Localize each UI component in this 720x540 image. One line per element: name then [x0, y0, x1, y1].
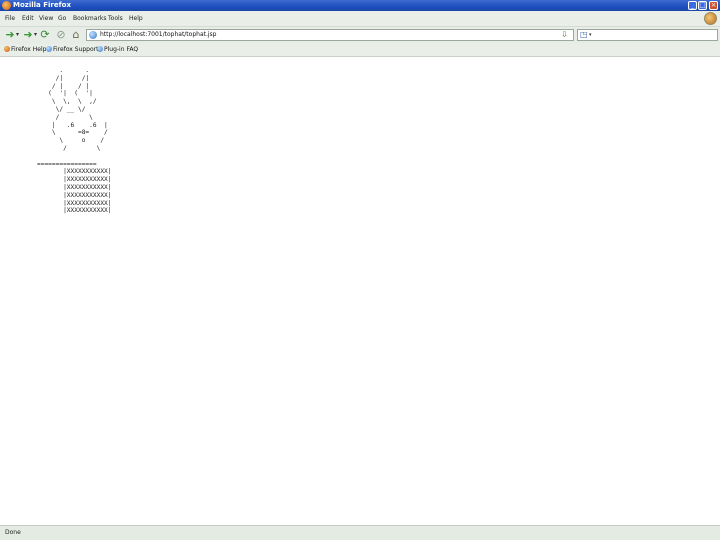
globe-bookmark-icon	[46, 46, 52, 52]
title-bar: Mozilla Firefox _ □ ×	[0, 0, 720, 11]
go-arrow-icon[interactable]: ⇩	[561, 30, 568, 40]
page-content: . . /| /| / | / | ( '| ( '| \ \, \ ,/ \/…	[0, 57, 720, 525]
firefox-bookmark-icon	[4, 46, 10, 52]
window-title: Mozilla Firefox	[13, 1, 71, 9]
bookmark-firefox-support[interactable]: Firefox Support	[46, 44, 98, 56]
bookmarks-toolbar: Firefox Help Firefox Support Plug-in FAQ	[0, 44, 720, 57]
status-bar: Done	[0, 525, 720, 540]
url-text[interactable]: http://localhost:7001/tophat/tophat.jsp	[100, 30, 216, 40]
bookmark-plugin-faq[interactable]: Plug-in FAQ	[97, 44, 138, 56]
ascii-art: . . /| /| / | / | ( '| ( '| \ \, \ ,/ \/…	[37, 67, 112, 215]
search-box[interactable]: ◳ ▾	[577, 29, 718, 41]
navigation-toolbar: ➜ ▾ ➜ ▾ ⟳ ⊘ ⌂ http://localhost:7001/toph…	[0, 27, 720, 45]
firefox-logo-icon	[2, 1, 11, 10]
globe-bookmark-icon	[97, 46, 103, 52]
menu-file[interactable]: File	[5, 11, 15, 26]
menu-go[interactable]: Go	[58, 11, 66, 26]
search-engine-dropdown-icon[interactable]: ▾	[589, 30, 592, 40]
search-engine-icon[interactable]: ◳	[580, 30, 588, 40]
menu-help[interactable]: Help	[129, 11, 143, 26]
address-bar[interactable]: http://localhost:7001/tophat/tophat.jsp	[86, 29, 574, 41]
page-globe-icon	[89, 31, 97, 39]
minimize-button[interactable]: _	[688, 1, 697, 10]
maximize-button[interactable]: □	[698, 1, 707, 10]
bookmark-firefox-help[interactable]: Firefox Help	[4, 44, 46, 56]
menu-view[interactable]: View	[39, 11, 53, 26]
close-button[interactable]: ×	[709, 1, 718, 10]
menu-bar: File Edit View Go Bookmarks Tools Help	[0, 11, 720, 27]
home-icon[interactable]: ⌂	[69, 28, 83, 42]
menu-bookmarks[interactable]: Bookmarks	[73, 11, 107, 26]
browser-window: Mozilla Firefox _ □ × File Edit View Go …	[0, 0, 720, 540]
forward-dropdown-icon[interactable]: ▾	[34, 28, 37, 42]
back-arrow-icon[interactable]: ➜	[3, 28, 17, 42]
menu-tools[interactable]: Tools	[108, 11, 123, 26]
throbber-icon	[704, 12, 717, 25]
back-dropdown-icon[interactable]: ▾	[16, 28, 19, 42]
menu-edit[interactable]: Edit	[22, 11, 34, 26]
reload-icon[interactable]: ⟳	[38, 28, 52, 42]
status-text: Done	[5, 529, 21, 536]
stop-icon[interactable]: ⊘	[54, 28, 68, 42]
forward-arrow-icon[interactable]: ➜	[21, 28, 35, 42]
